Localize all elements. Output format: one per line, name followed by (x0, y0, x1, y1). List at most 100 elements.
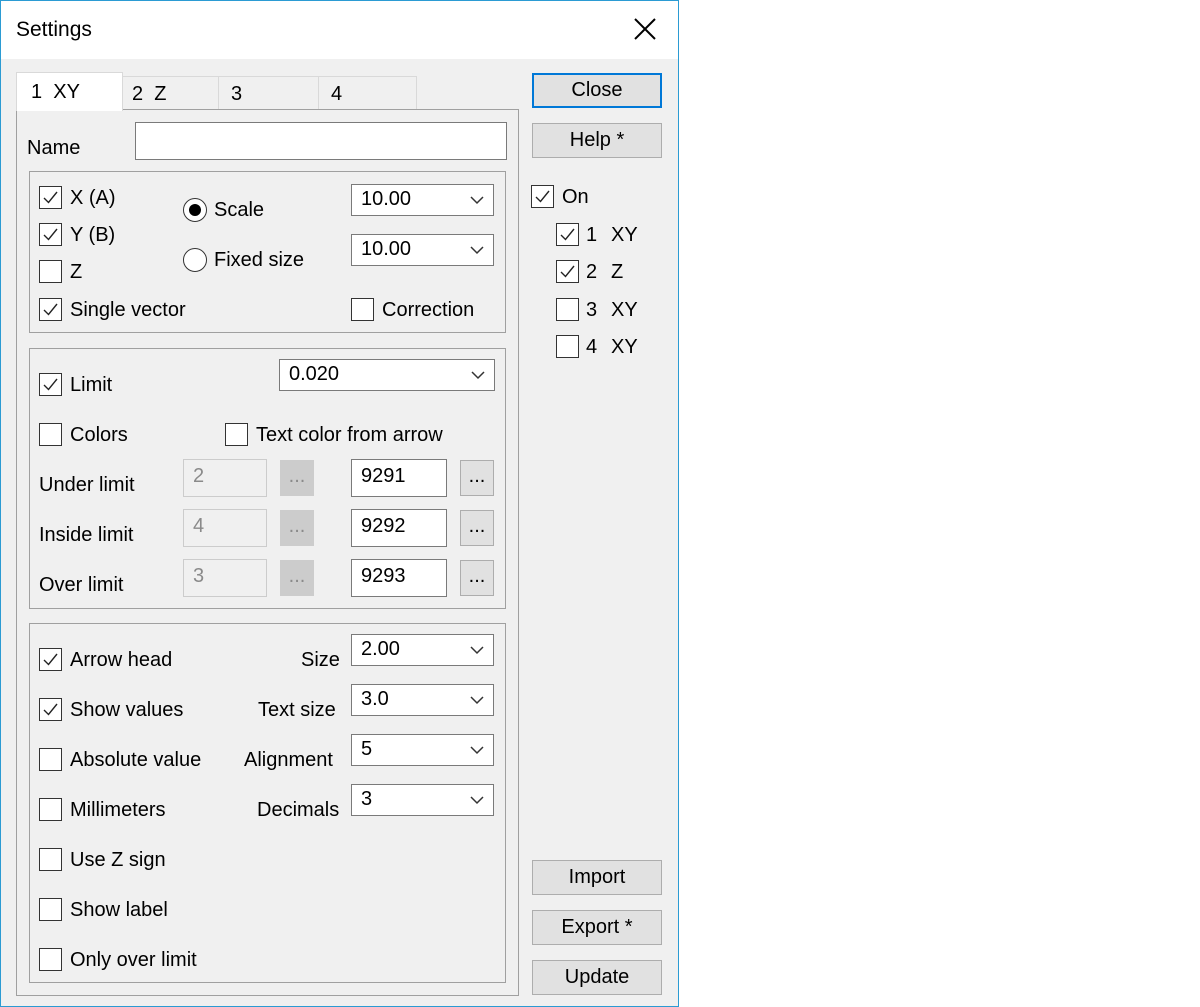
chevron-down-icon (470, 196, 484, 205)
x-a-checkbox[interactable] (39, 186, 62, 209)
show-label-checkbox[interactable] (39, 898, 62, 921)
text-size-combo[interactable]: 3.0 (351, 684, 494, 716)
use-z-sign-label: Use Z sign (70, 849, 166, 871)
chevron-down-icon (470, 746, 484, 755)
show-label-label: Show label (70, 899, 168, 921)
tab-2-z[interactable]: 2 Z (121, 76, 219, 110)
y-b-label: Y (B) (70, 224, 116, 246)
absolute-value-checkbox[interactable] (39, 748, 62, 771)
tab-3[interactable]: 3 (218, 76, 319, 110)
scale-combo[interactable]: 10.00 (351, 184, 494, 216)
text-size-value: 3.0 (361, 688, 389, 710)
limit-checkbox[interactable] (39, 373, 62, 396)
z-checkbox[interactable] (39, 260, 62, 283)
under-limit-color-value: 2 (193, 465, 205, 487)
layer-4-number: 4 (586, 336, 598, 358)
inside-limit-label: Inside limit (39, 524, 134, 546)
import-button[interactable]: Import (532, 860, 662, 895)
decimals-label: Decimals (257, 799, 340, 821)
fixed-size-combo[interactable]: 10.00 (351, 234, 494, 266)
tab-label: 2 Z (132, 83, 167, 105)
layer-3-name: XY (611, 299, 638, 321)
layer-4-name: XY (611, 336, 638, 358)
under-limit-code-field[interactable]: 9291 (351, 459, 447, 497)
close-button[interactable]: Close (532, 73, 662, 108)
checkmark-icon (43, 653, 58, 666)
size-value: 2.00 (361, 638, 400, 660)
fixed-size-label: Fixed size (214, 249, 305, 271)
chevron-down-icon (470, 246, 484, 255)
layer-2-name: Z (611, 261, 624, 283)
layer-2-checkbox[interactable] (556, 260, 579, 283)
help-button[interactable]: Help * (532, 123, 662, 158)
tab-4[interactable]: 4 (318, 76, 417, 110)
scale-radio[interactable] (183, 198, 207, 222)
checkmark-icon (43, 378, 58, 391)
text-color-from-arrow-checkbox[interactable] (225, 423, 248, 446)
inside-limit-code-field[interactable]: 9292 (351, 509, 447, 547)
fixed-size-radio[interactable] (183, 248, 207, 272)
arrow-head-checkbox[interactable] (39, 648, 62, 671)
layer-1-name: XY (611, 224, 638, 246)
title-bar: Settings (1, 1, 678, 59)
close-icon[interactable] (631, 15, 659, 43)
colors-label: Colors (70, 424, 128, 446)
show-values-label: Show values (70, 699, 184, 721)
under-limit-label: Under limit (39, 474, 135, 496)
single-vector-checkbox[interactable] (39, 298, 62, 321)
show-values-checkbox[interactable] (39, 698, 62, 721)
fixed-size-value: 10.00 (361, 238, 412, 260)
x-a-label: X (A) (70, 187, 116, 209)
tab-label: 3 (231, 83, 243, 105)
window-title: Settings (16, 18, 92, 41)
tab-label: 4 (331, 83, 343, 105)
single-vector-label: Single vector (70, 299, 186, 321)
y-b-checkbox[interactable] (39, 223, 62, 246)
update-button[interactable]: Update (532, 960, 662, 995)
correction-label: Correction (382, 299, 475, 321)
limit-label: Limit (70, 374, 113, 396)
chevron-down-icon (471, 371, 485, 380)
only-over-limit-label: Only over limit (70, 949, 197, 971)
limit-combo[interactable]: 0.020 (279, 359, 495, 391)
alignment-combo[interactable]: 5 (351, 734, 494, 766)
checkmark-icon (535, 190, 550, 203)
decimals-combo[interactable]: 3 (351, 784, 494, 816)
over-limit-color-picker-button: ... (280, 560, 314, 596)
only-over-limit-checkbox[interactable] (39, 948, 62, 971)
over-limit-color-value: 3 (193, 565, 205, 587)
under-limit-browse-button[interactable]: ... (460, 460, 494, 496)
checkmark-icon (560, 265, 575, 278)
scale-label: Scale (214, 199, 265, 221)
millimeters-checkbox[interactable] (39, 798, 62, 821)
name-input[interactable] (135, 122, 507, 160)
alignment-label: Alignment (244, 749, 333, 771)
checkmark-icon (560, 228, 575, 241)
inside-limit-color-picker-button: ... (280, 510, 314, 546)
export-button[interactable]: Export * (532, 910, 662, 945)
layer-3-checkbox[interactable] (556, 298, 579, 321)
over-limit-color-field: 3 (183, 559, 267, 597)
over-limit-code-field[interactable]: 9293 (351, 559, 447, 597)
correction-checkbox[interactable] (351, 298, 374, 321)
size-combo[interactable]: 2.00 (351, 634, 494, 666)
layer-3-number: 3 (586, 299, 598, 321)
inside-limit-color-field: 4 (183, 509, 267, 547)
use-z-sign-checkbox[interactable] (39, 848, 62, 871)
layer-4-checkbox[interactable] (556, 335, 579, 358)
under-limit-color-field: 2 (183, 459, 267, 497)
decimals-value: 3 (361, 788, 373, 810)
checkmark-icon (43, 228, 58, 241)
under-limit-color-picker-button: ... (280, 460, 314, 496)
chevron-down-icon (470, 796, 484, 805)
layer-1-checkbox[interactable] (556, 223, 579, 246)
inside-limit-browse-button[interactable]: ... (460, 510, 494, 546)
inside-limit-code-value: 9292 (361, 515, 406, 537)
tab-1-xy[interactable]: 1 XY (16, 72, 123, 111)
tab-label: 1 XY (31, 81, 80, 103)
text-size-label: Text size (258, 699, 336, 721)
on-checkbox[interactable] (531, 185, 554, 208)
over-limit-browse-button[interactable]: ... (460, 560, 494, 596)
colors-checkbox[interactable] (39, 423, 62, 446)
under-limit-code-value: 9291 (361, 465, 406, 487)
